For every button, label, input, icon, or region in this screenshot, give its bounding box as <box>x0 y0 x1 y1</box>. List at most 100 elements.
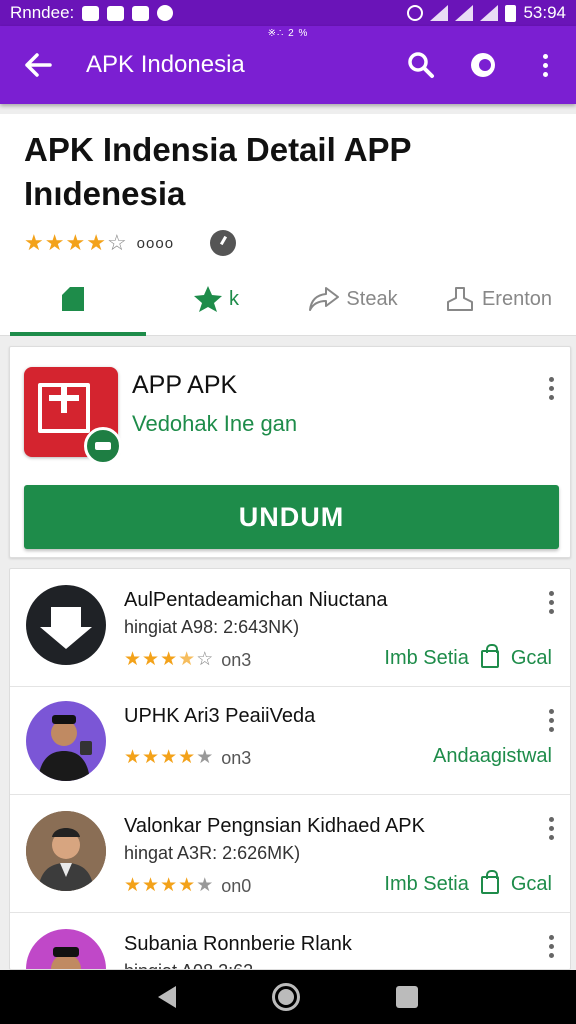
more-vert-icon <box>549 935 554 958</box>
page-title: APK Indensia Detail APP Inıdenesia <box>24 131 411 212</box>
app-developer[interactable]: Vedohak Ine gan <box>132 411 297 437</box>
home-icon <box>62 287 84 311</box>
list-item-subtitle: hingat A3R: 2:626MK) <box>124 843 301 863</box>
list-item-subtitle: hingiat A08 2:62 <box>124 961 253 969</box>
list-item-rating: ★ ★ ★ ★ ★ on0 <box>124 875 251 897</box>
bag-icon[interactable] <box>480 869 499 894</box>
list-item[interactable]: AulPentadeamichan Niuctana hingiat A98: … <box>10 569 570 687</box>
check-icon <box>82 5 100 21</box>
list-item-more-button[interactable] <box>549 591 554 614</box>
alarm-icon <box>407 5 424 21</box>
person-photo-icon <box>26 811 106 891</box>
profile-icon <box>471 53 495 77</box>
app-avatar <box>26 929 106 969</box>
list-item-subtitle: hingiat A98: 2:643NK) <box>124 617 300 637</box>
list-item-more-button[interactable] <box>549 935 554 958</box>
more-vert-icon <box>549 377 554 400</box>
status-time: 53:94 <box>523 3 566 22</box>
person-photo-icon <box>38 715 92 781</box>
signal-icon-2 <box>480 5 499 21</box>
message-icon <box>132 5 150 21</box>
tab-share-label: Steak <box>346 287 398 310</box>
list-item-action[interactable]: Imb Setia <box>384 873 468 896</box>
tab-home[interactable] <box>0 262 146 336</box>
rating-stars: ★ ★ ★ ★ ☆ <box>24 232 127 254</box>
app-avatar <box>26 701 106 781</box>
wifi-icon <box>430 5 449 21</box>
tab-bar: k Steak Erenton <box>0 262 576 336</box>
app-bar: ※∴ 2 % APK Indonesia <box>0 26 576 104</box>
app-more-button[interactable] <box>549 377 554 400</box>
list-item[interactable]: Subania Ronnberie Rlank hingiat A08 2:62 <box>10 913 570 969</box>
list-item-actions: Imb Setia Gcal <box>384 869 552 896</box>
tab-rating-label: k <box>229 287 239 310</box>
tab-share[interactable]: Steak <box>286 262 420 336</box>
list-item[interactable]: UPHK Ari3 PeaiiVeda ★ ★ ★ ★ ★ on3 Andaagistw… <box>10 687 570 795</box>
nav-recents-icon[interactable] <box>396 986 418 1008</box>
list-item-action[interactable]: Imb Setia <box>384 647 468 670</box>
rating-stars: ★ ★ ★ ★ ★ <box>124 875 214 896</box>
mail-icon <box>107 5 125 21</box>
more-vert-icon <box>549 709 554 732</box>
star-icon: ★ <box>24 230 44 255</box>
list-item-title: Valonkar Pengnsian Kidhaed APK <box>124 815 425 837</box>
list-item-rating: ★ ★ ★ ★ ☆ on3 <box>124 649 251 671</box>
app-detail-header: APK Indensia Detail APP Inıdenesia ★ ★ ★… <box>0 114 576 336</box>
star-icon <box>194 286 222 312</box>
list-item[interactable]: Valonkar Pengnsian Kidhaed APK hingat A3… <box>10 795 570 913</box>
signal-icon <box>455 5 474 21</box>
star-icon: ★ <box>86 230 106 255</box>
more-vert-icon <box>542 53 548 77</box>
rating-label: on3 <box>221 747 252 768</box>
rating-label: on3 <box>221 649 252 670</box>
list-item-title: AulPentadeamichan Niuctana <box>124 589 388 611</box>
list-item-action[interactable]: Andaagistwal <box>433 745 552 768</box>
app-avatar <box>26 811 106 891</box>
nav-home-icon[interactable] <box>272 983 300 1011</box>
list-item-actions: Andaagistwal <box>433 745 552 768</box>
person-icon <box>446 287 473 311</box>
notch-text: ※∴ 2 % <box>267 28 309 39</box>
star-outline-icon: ☆ <box>106 230 127 255</box>
bag-icon[interactable] <box>480 643 499 668</box>
rating-count: oooo <box>136 234 175 252</box>
rating-label: on0 <box>221 875 252 896</box>
share-icon <box>309 287 340 311</box>
system-nav-bar <box>0 970 576 1024</box>
tab-profile[interactable]: Erenton <box>420 262 576 336</box>
list-item-title: UPHK Ari3 PeaiiVeda <box>124 705 316 727</box>
app-icon[interactable] <box>24 367 122 465</box>
header-rating: ★ ★ ★ ★ ☆ oooo <box>24 230 237 256</box>
install-button[interactable]: UNDUM <box>24 485 559 549</box>
battery-icon <box>505 4 517 22</box>
list-item-rating: ★ ★ ★ ★ ★ on3 <box>124 747 251 769</box>
app-list: AulPentadeamichan Niuctana hingiat A98: … <box>9 568 571 970</box>
search-icon <box>408 52 434 78</box>
nav-back-icon[interactable] <box>158 986 176 1008</box>
person-photo-icon <box>51 947 81 969</box>
back-arrow-icon <box>25 53 52 77</box>
list-item-title: Subania Ronnberie Rlank <box>124 933 352 955</box>
list-item-action-2[interactable]: Gcal <box>511 647 552 670</box>
list-item-actions: Imb Setia Gcal <box>384 643 552 670</box>
list-item-more-button[interactable] <box>549 817 554 840</box>
more-vert-icon <box>549 817 554 840</box>
more-vert-icon <box>549 591 554 614</box>
clock-icon[interactable] <box>210 230 237 256</box>
app-name: APP APK <box>132 371 238 399</box>
app-avatar <box>26 585 106 665</box>
status-text: Rnndee: <box>10 3 75 22</box>
chat-badge-icon <box>84 427 122 465</box>
download-shield-icon <box>40 607 92 649</box>
rating-stars: ★ ★ ★ ★ ★ <box>124 747 214 768</box>
status-bar: Rnndee: 53:94 <box>0 0 576 26</box>
tab-profile-label: Erenton <box>481 287 553 310</box>
app-icon-plus-vertical <box>61 383 67 413</box>
list-item-action-2[interactable]: Gcal <box>511 873 552 896</box>
star-icon: ★ <box>44 230 65 255</box>
tab-rating[interactable]: k <box>146 262 286 336</box>
star-icon: ★ <box>65 230 86 255</box>
app-bar-title[interactable]: APK Indonesia <box>76 51 390 79</box>
list-item-more-button[interactable] <box>549 709 554 732</box>
featured-app-card: APP APK Vedohak Ine gan UNDUM <box>9 346 571 558</box>
